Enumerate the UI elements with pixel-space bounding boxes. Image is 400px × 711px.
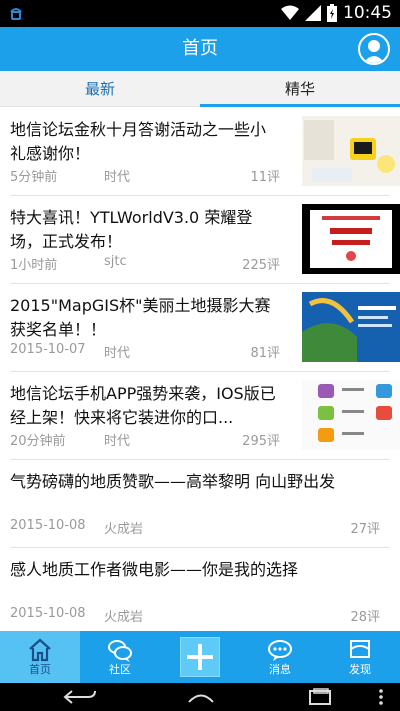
post-title: 2015"MapGIS杯"美丽土地摄影大赛获奖名单！！ [10, 296, 271, 339]
post-time: 5分钟前 [10, 170, 58, 185]
post-thumbnail [302, 380, 400, 450]
post-thumbnail [302, 116, 400, 186]
tab-bar: 最新 精华 [0, 71, 400, 107]
tab-latest[interactable]: 最新 [0, 71, 200, 106]
post-meta: 2015-10-07 时代 81评 [10, 342, 280, 362]
wifi-icon [281, 5, 299, 20]
nav-add-post[interactable] [160, 631, 240, 683]
user-avatar-button[interactable] [358, 33, 390, 65]
post-title: 气势磅礴的地质赞歌——高举黎明 向山野出发 [10, 472, 336, 491]
comment-count: 28评 [350, 610, 380, 625]
post-time: 2015-10-08 [10, 606, 86, 621]
comment-count: 27评 [350, 522, 380, 537]
plus-icon [187, 644, 213, 670]
post-title: 感人地质工作者微电影——你是我的选择 [10, 560, 299, 579]
home-button-icon[interactable] [186, 687, 216, 707]
post-list: 地信论坛金秋十月答谢活动之一些小礼感谢你！ 5分钟前 时代 11评 特大喜讯！Y… [0, 108, 400, 631]
post-author: 时代 [104, 346, 131, 361]
menu-dots-icon[interactable] [377, 687, 385, 707]
comment-count: 295评 [242, 434, 280, 449]
chat-bubbles-icon [108, 640, 132, 662]
comment-count: 11评 [250, 170, 280, 185]
page-title: 首页 [182, 38, 218, 59]
list-item[interactable]: 气势磅礴的地质赞歌——高举黎明 向山野出发 2015-10-08 火成岩 27评 [10, 460, 390, 548]
add-post-button[interactable] [180, 637, 220, 677]
comment-count: 81评 [250, 346, 280, 361]
post-time: 2015-10-07 [10, 342, 86, 357]
flag-icon [350, 640, 370, 658]
post-author: 火成岩 [104, 610, 144, 625]
post-author: 火成岩 [104, 522, 144, 537]
signal-icon [305, 5, 321, 21]
nav-label: 首页 [29, 663, 51, 676]
list-item[interactable]: 地信论坛金秋十月答谢活动之一些小礼感谢你！ 5分钟前 时代 11评 [10, 108, 400, 196]
post-time: 2015-10-08 [10, 518, 86, 533]
post-thumbnail [302, 204, 400, 274]
post-meta: 20分钟前 时代 295评 [10, 430, 280, 450]
system-nav-bar [0, 683, 400, 711]
post-thumbnail [302, 292, 400, 362]
list-item[interactable]: 地信论坛手机APP强势来袭，IOS版已经上架！快来将它装进你的口... 20分钟… [10, 372, 400, 460]
post-author: 时代 [104, 434, 131, 449]
comment-count: 225评 [242, 258, 280, 273]
post-time: 1小时前 [10, 258, 58, 273]
post-title: 特大喜讯！YTLWorldV3.0 荣耀登场，正式发布！ [10, 208, 253, 251]
battery-icon [327, 4, 337, 22]
post-title: 地信论坛手机APP强势来袭，IOS版已经上架！快来将它装进你的口... [10, 384, 276, 427]
nav-discover[interactable]: 发现 [320, 631, 400, 683]
nav-label: 消息 [269, 663, 291, 676]
tab-featured[interactable]: 精华 [200, 71, 400, 107]
post-title: 地信论坛金秋十月答谢活动之一些小礼感谢你！ [10, 120, 267, 163]
status-bar: 10:45 [0, 0, 400, 27]
message-icon [268, 640, 292, 661]
list-item[interactable]: 2015"MapGIS杯"美丽土地摄影大赛获奖名单！！ 2015-10-07 时… [10, 284, 400, 372]
clock: 10:45 [343, 3, 392, 23]
nav-label: 发现 [349, 663, 371, 676]
nav-home[interactable]: 首页 [0, 631, 80, 683]
recent-apps-icon[interactable] [306, 687, 334, 707]
post-author: 时代 [104, 170, 131, 185]
nav-community[interactable]: 社区 [80, 631, 160, 683]
list-item[interactable]: 感人地质工作者微电影——你是我的选择 2015-10-08 火成岩 28评 [10, 548, 390, 631]
nav-label: 社区 [109, 663, 131, 676]
back-icon[interactable] [62, 687, 98, 707]
list-item[interactable]: 特大喜讯！YTLWorldV3.0 荣耀登场，正式发布！ 1小时前 sjtc 2… [10, 196, 400, 284]
android-notification-icon [10, 8, 22, 20]
post-meta: 1小时前 sjtc 225评 [10, 254, 280, 274]
home-icon [29, 638, 51, 662]
post-meta: 5分钟前 时代 11评 [10, 166, 280, 186]
user-icon [363, 40, 385, 63]
nav-messages[interactable]: 消息 [240, 631, 320, 683]
post-time: 20分钟前 [10, 434, 66, 449]
post-author: sjtc [104, 254, 127, 269]
app-header: 首页 [0, 27, 400, 71]
post-meta: 2015-10-08 火成岩 28评 [10, 606, 380, 626]
post-meta: 2015-10-08 火成岩 27评 [10, 518, 380, 538]
bottom-nav: 首页 社区 消息 发现 [0, 631, 400, 683]
